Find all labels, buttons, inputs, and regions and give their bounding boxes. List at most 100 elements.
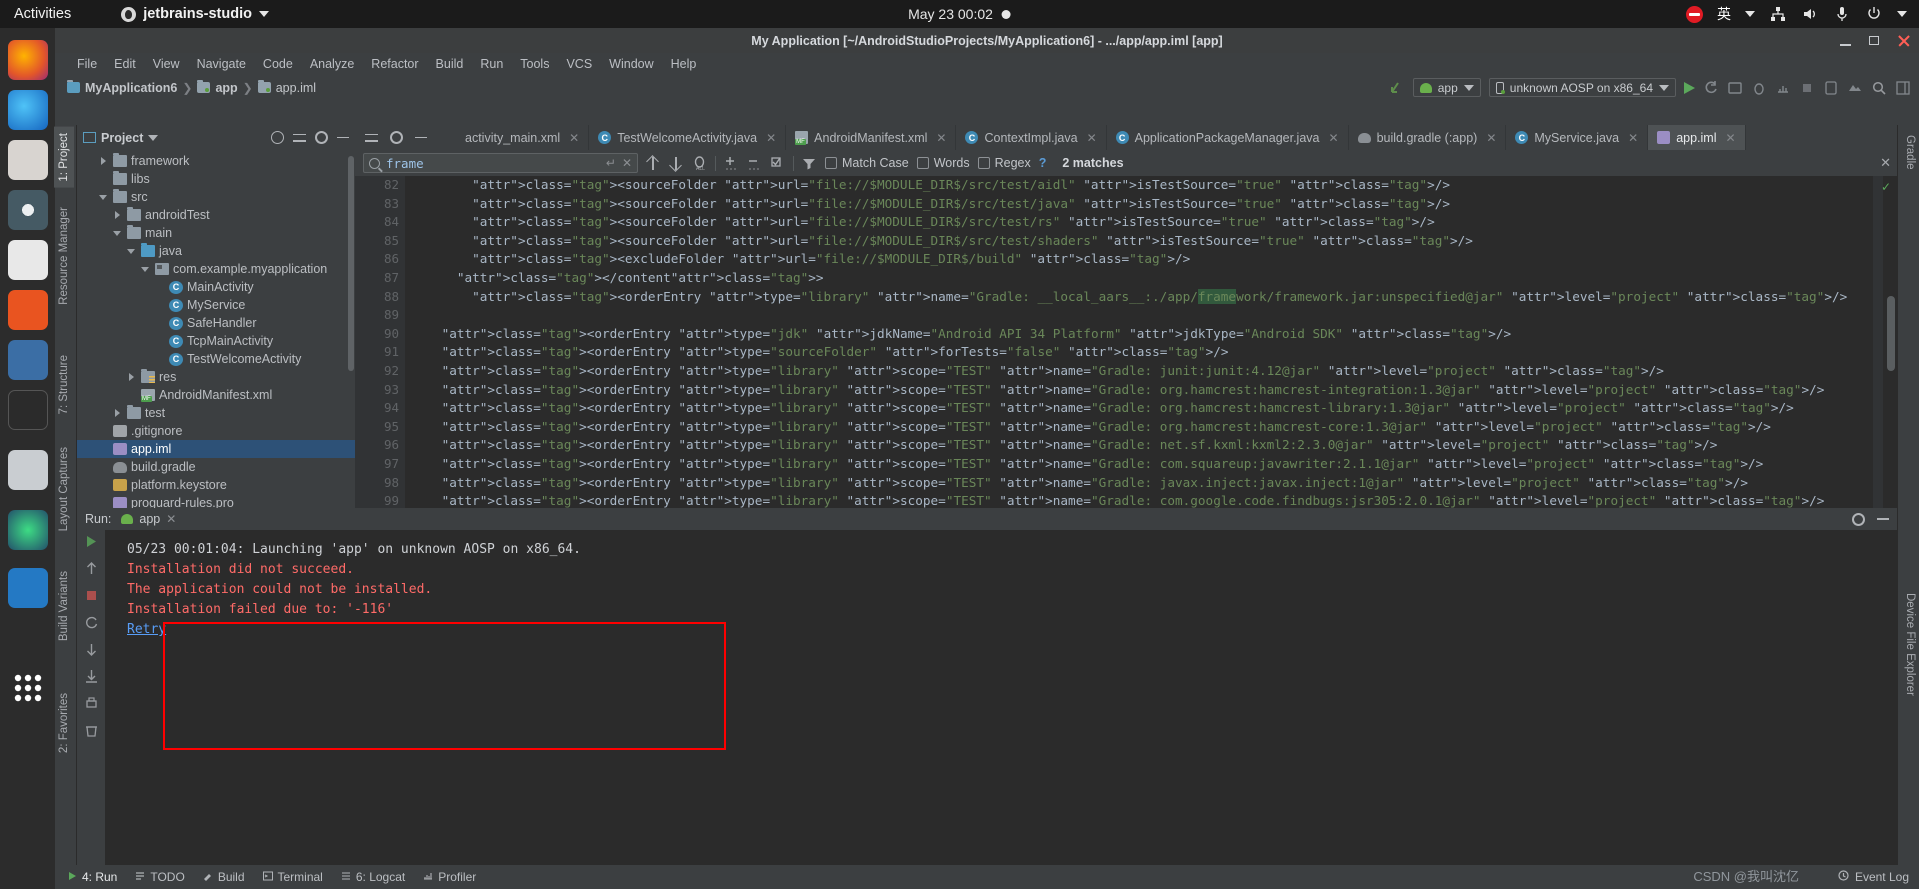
add-line-icon[interactable] — [724, 156, 739, 171]
close-tab-icon[interactable]: ✕ — [1329, 131, 1339, 145]
editor-tab-testwelcomeactivity-java[interactable]: C TestWelcomeActivity.java ✕ — [589, 125, 787, 150]
dock-show-apps-icon[interactable] — [8, 668, 48, 708]
sdk-manager-icon[interactable] — [1847, 80, 1863, 96]
power-icon[interactable] — [1865, 5, 1883, 23]
run-panel-tab[interactable]: app ✕ — [121, 512, 176, 526]
dock-help-icon[interactable] — [8, 340, 48, 380]
search-history-icon[interactable]: ↵ — [606, 156, 616, 170]
select-all-occurrences-icon[interactable]: ALL — [692, 155, 707, 172]
hide-panel-icon[interactable] — [337, 136, 349, 139]
run-button-icon[interactable] — [1684, 81, 1695, 94]
minimize-button[interactable] — [1838, 33, 1853, 48]
tree-item-tcpmainactivity[interactable]: C TcpMainActivity — [77, 332, 355, 350]
do-not-disturb-icon[interactable] — [1686, 5, 1703, 23]
tray-chevron-down-icon[interactable] — [1897, 11, 1907, 17]
microphone-icon[interactable] — [1833, 5, 1851, 23]
editor-gear-icon[interactable] — [390, 131, 403, 144]
project-view-chevron-icon[interactable] — [148, 134, 159, 141]
editor-tab-build-gradle-app-[interactable]: build.gradle (:app) ✕ — [1349, 125, 1507, 150]
chevron-right-icon[interactable] — [113, 408, 123, 418]
bottom-tab-terminal[interactable]: Terminal — [262, 870, 323, 884]
scroll-down-icon[interactable] — [84, 642, 99, 657]
close-tab-icon[interactable]: ✕ — [1087, 131, 1097, 145]
regex-checkbox[interactable]: Regex — [977, 156, 1031, 170]
scroll-from-source-icon[interactable] — [271, 131, 284, 144]
scroll-to-end-icon[interactable] — [84, 669, 99, 684]
run-config-combo[interactable]: app — [1412, 78, 1481, 97]
menu-view[interactable]: View — [145, 55, 188, 73]
close-tab-icon[interactable]: ✕ — [1628, 131, 1638, 145]
collapse-all-icon[interactable] — [293, 132, 306, 144]
code-line[interactable]: "attr">class="tag"><sourceFolder "attr">… — [411, 176, 1841, 195]
tree-item-platform-keystore[interactable]: platform.keystore — [77, 476, 355, 494]
run-tab-close-icon[interactable]: ✕ — [166, 512, 176, 526]
bottom-tab-build[interactable]: Build — [203, 870, 245, 884]
close-find-bar-icon[interactable]: ✕ — [1880, 155, 1891, 171]
find-next-icon[interactable] — [669, 156, 684, 171]
retry-link[interactable]: Retry — [127, 620, 166, 640]
chevron-down-icon[interactable] — [127, 246, 137, 256]
sidebar-item-layout-captures[interactable]: Layout Captures — [54, 441, 74, 537]
menu-navigate[interactable]: Navigate — [189, 55, 254, 73]
bottom-tab-run[interactable]: 4: Run — [67, 870, 117, 884]
code-line[interactable]: "attr">class="tag"><sourceFolder "attr">… — [411, 213, 1841, 232]
clear-search-icon[interactable]: ✕ — [622, 156, 632, 170]
menu-code[interactable]: Code — [255, 55, 301, 73]
find-previous-icon[interactable] — [646, 156, 661, 171]
search-everywhere-icon[interactable] — [1871, 80, 1887, 96]
sync-gradle-icon[interactable] — [1389, 80, 1405, 96]
tree-item-src[interactable]: src — [77, 188, 355, 206]
words-checkbox[interactable]: Words — [916, 156, 970, 170]
menu-vcs[interactable]: VCS — [558, 55, 600, 73]
code-line[interactable]: "attr">class="tag"><orderEntry "attr">ty… — [411, 343, 1841, 362]
gear-icon[interactable] — [315, 131, 328, 144]
tree-item-com-example-myapplication[interactable]: com.example.myapplication — [77, 260, 355, 278]
editor-tab-contextimpl-java[interactable]: C ContextImpl.java ✕ — [956, 125, 1107, 150]
filter-icon[interactable] — [802, 156, 817, 171]
app-menu-button[interactable]: jetbrains-studio — [121, 6, 269, 22]
code-editor[interactable]: 82 83 84 85 86 87 88 89 90 91 92 93 94 95 96 97 98 99 "at… — [355, 176, 1897, 508]
breadcrumb-file[interactable]: app.iml — [257, 80, 316, 95]
tree-item--gitignore[interactable]: .gitignore — [77, 422, 355, 440]
close-tab-icon[interactable]: ✕ — [1726, 131, 1736, 145]
code-line[interactable]: "attr">class="tag"><orderEntry "attr">ty… — [411, 436, 1841, 455]
project-tree[interactable]: framework libs src androidTest main java com.e… — [77, 152, 355, 508]
run-hide-icon[interactable] — [1877, 518, 1889, 520]
clear-all-icon[interactable] — [84, 723, 99, 738]
code-line[interactable]: "attr">class="tag"><orderEntry "attr">ty… — [411, 362, 1841, 381]
dock-thunderbird-icon[interactable] — [8, 90, 48, 130]
bottom-tab-todo[interactable]: TODO — [135, 870, 185, 884]
remove-line-icon[interactable] — [747, 156, 762, 171]
code-text[interactable]: "attr">class="tag"><sourceFolder "attr">… — [411, 176, 1848, 508]
tree-item-framework[interactable]: framework — [77, 152, 355, 170]
menu-analyze[interactable]: Analyze — [302, 55, 362, 73]
tree-item-testwelcomeactivity[interactable]: C TestWelcomeActivity — [77, 350, 355, 368]
chevron-right-icon[interactable] — [99, 156, 109, 166]
run-settings-gear-icon[interactable] — [1852, 512, 1865, 526]
dock-files-icon[interactable] — [8, 140, 48, 180]
menu-edit[interactable]: Edit — [106, 55, 144, 73]
code-line[interactable]: "attr">class="tag"><orderEntry "attr">ty… — [411, 399, 1841, 418]
code-line[interactable]: "attr">class="tag"><excludeFolder "attr"… — [411, 250, 1841, 269]
menu-window[interactable]: Window — [601, 55, 661, 73]
breadcrumb-module[interactable]: app — [197, 80, 238, 95]
search-input-wrapper[interactable]: ↵ ✕ — [363, 153, 638, 173]
menu-file[interactable]: File — [69, 55, 105, 73]
code-line[interactable] — [411, 306, 1841, 325]
apply-changes-icon[interactable] — [1703, 80, 1719, 96]
close-tab-icon[interactable]: ✕ — [936, 131, 946, 145]
tree-item-androidmanifest-xml[interactable]: AndroidManifest.xml — [77, 386, 355, 404]
sidebar-item-project[interactable]: 1: Project — [54, 127, 74, 188]
menu-run[interactable]: Run — [472, 55, 511, 73]
profile-icon[interactable] — [1775, 80, 1791, 96]
maximize-button[interactable] — [1867, 33, 1882, 48]
editor-tab-app-iml[interactable]: app.iml ✕ — [1648, 125, 1746, 150]
tree-item-mainactivity[interactable]: C MainActivity — [77, 278, 355, 296]
dock-vscode-icon[interactable] — [8, 568, 48, 608]
event-log-tab[interactable]: Event Log — [1838, 870, 1909, 884]
code-line[interactable]: "attr">class="tag"><sourceFolder "attr">… — [411, 195, 1841, 214]
project-tree-scrollbar[interactable] — [348, 156, 354, 371]
code-line[interactable]: "attr">class="tag"><orderEntry "attr">ty… — [411, 325, 1841, 344]
match-case-checkbox[interactable]: Match Case — [825, 156, 909, 170]
stop-run-icon[interactable] — [84, 588, 99, 603]
